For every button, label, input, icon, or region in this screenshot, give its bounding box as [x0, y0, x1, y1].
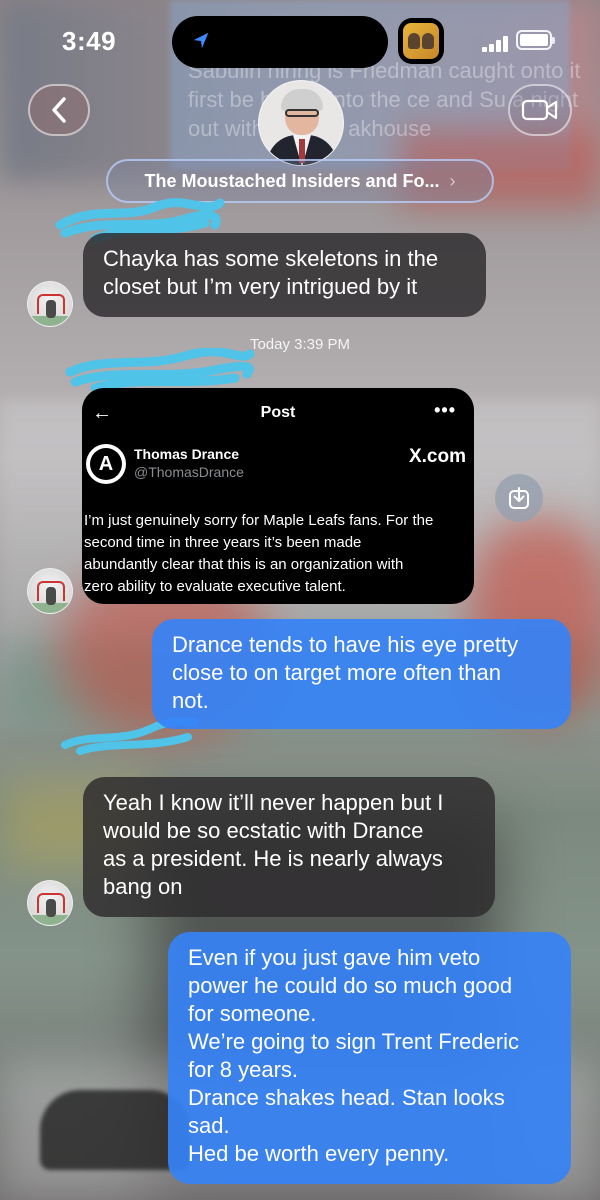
location-arrow-icon	[193, 32, 209, 49]
dynamic-island	[172, 16, 388, 68]
redaction-scribble	[65, 348, 255, 392]
more-options-icon: •••	[434, 400, 456, 420]
outgoing-message-bubble[interactable]: Even if you just gave him veto power he …	[168, 932, 571, 1184]
podcast-art-icon	[403, 23, 439, 59]
sender-avatar[interactable]	[27, 568, 73, 614]
chevron-right-icon: ›	[449, 170, 456, 191]
group-name-label: The Moustached Insiders and Fo...	[144, 170, 440, 191]
tweet-source-label: X.com	[408, 446, 466, 467]
battery-icon	[516, 30, 555, 50]
tweet-body: I’m just genuinely sorry for Maple Leafs…	[84, 512, 434, 595]
back-button[interactable]	[28, 84, 90, 136]
status-time: 3:49	[62, 26, 117, 56]
incoming-message-bubble[interactable]: Yeah I know it’ll never happen but I wou…	[83, 777, 495, 917]
message-timestamp: Today 3:39 PM	[249, 336, 351, 353]
download-icon	[509, 487, 529, 509]
author-logo-letter: A	[90, 448, 122, 480]
tweet-author-handle: @ThomasDrance	[134, 464, 244, 480]
tweet-author-name: Thomas Drance	[134, 446, 240, 462]
sender-avatar[interactable]	[27, 880, 73, 926]
group-avatar[interactable]	[258, 80, 344, 166]
cellular-signal-icon	[482, 36, 508, 52]
facetime-button[interactable]	[508, 84, 572, 136]
save-to-photos-button[interactable]	[495, 474, 543, 522]
incoming-message-bubble[interactable]: Chayka has some skeletons in the closet …	[83, 233, 486, 317]
tweet-header-title: Post	[260, 404, 296, 421]
sender-avatar[interactable]	[27, 281, 73, 327]
author-logo-icon: A	[86, 444, 126, 484]
shared-tweet-card[interactable]: ← Post ••• A Thomas Drance @ThomasDrance…	[82, 388, 474, 604]
now-playing-artwork[interactable]	[398, 18, 444, 64]
chevron-left-icon	[52, 97, 66, 123]
outgoing-message-bubble[interactable]: Drance tends to have his eye pretty clos…	[152, 619, 571, 729]
video-camera-icon	[521, 99, 558, 121]
